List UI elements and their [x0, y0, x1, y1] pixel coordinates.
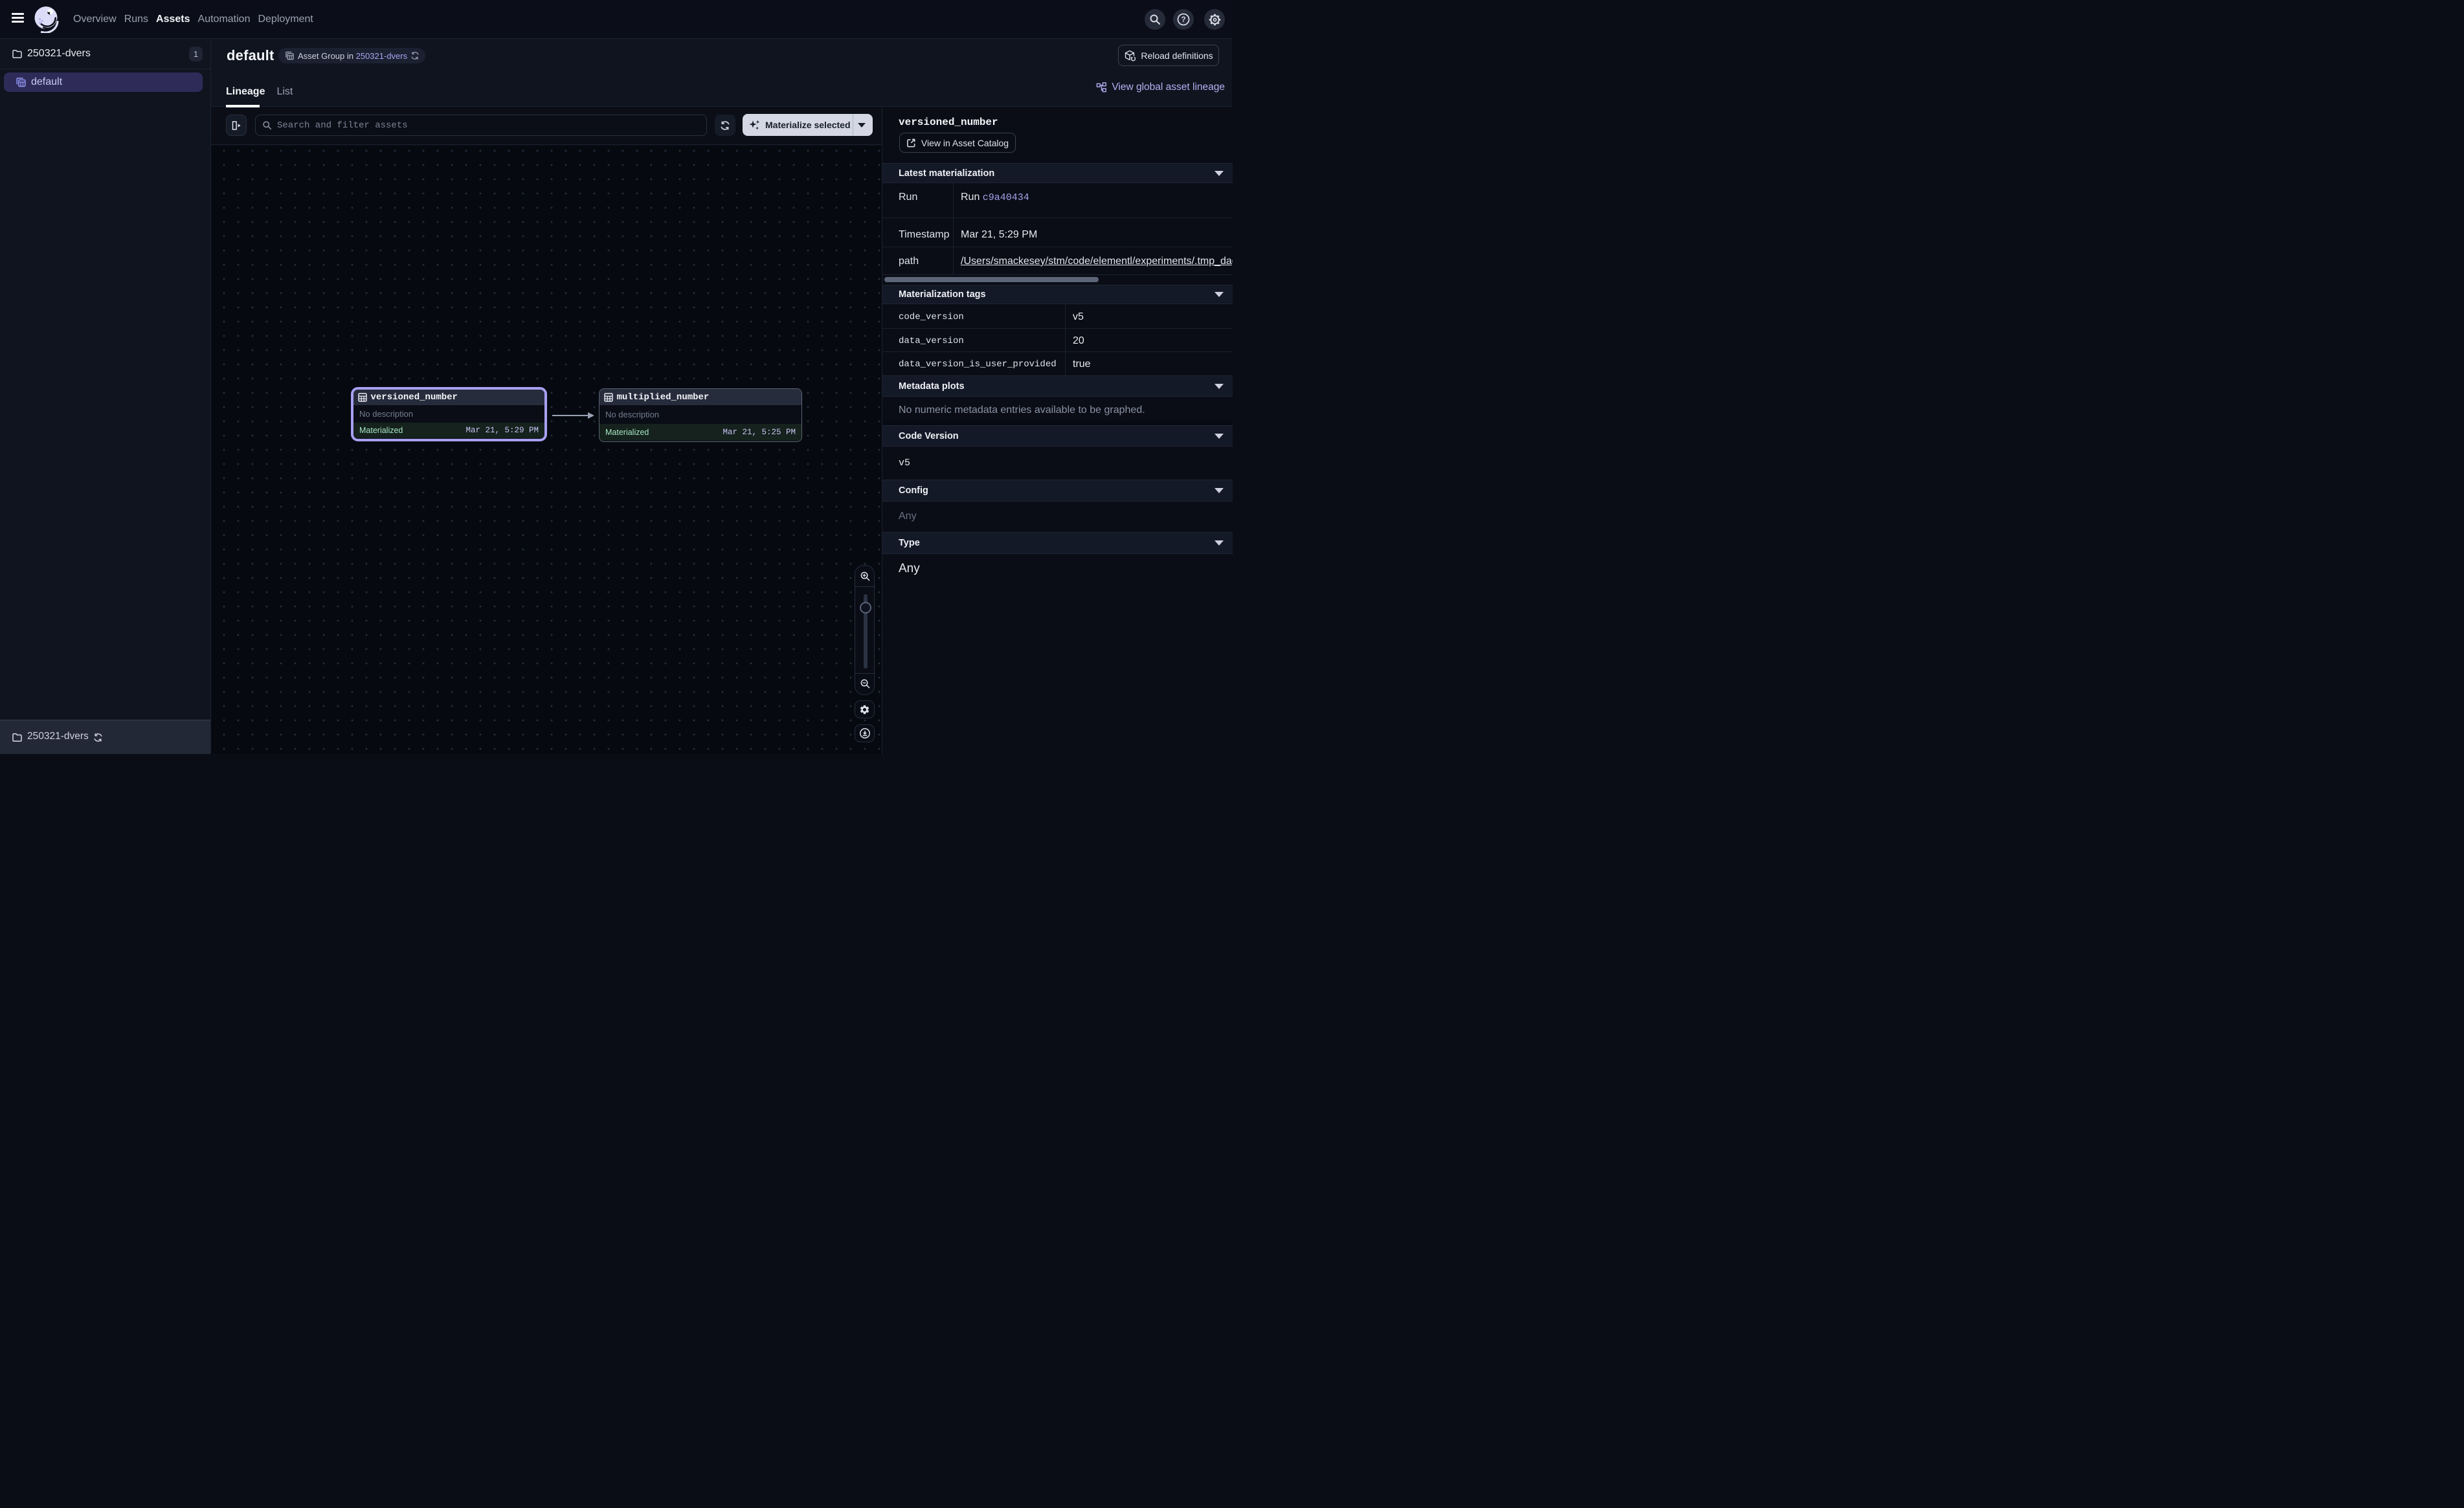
svg-text:?: ?	[1181, 16, 1185, 24]
